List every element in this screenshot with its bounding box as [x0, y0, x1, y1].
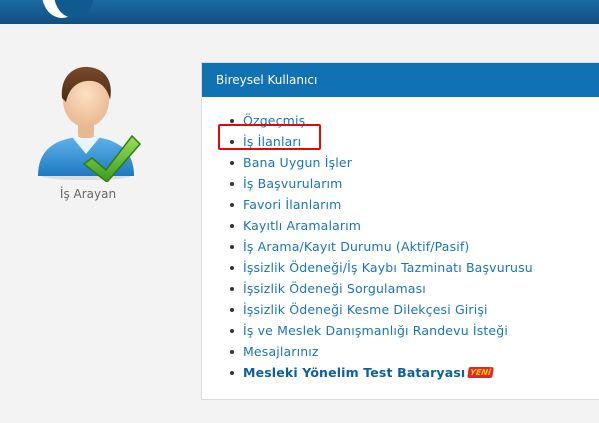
menu-link-saved-searches[interactable]: Kayıtlı Aramalarım	[243, 218, 361, 233]
menu-item-unemployment-query[interactable]: İşsizlik Ödeneği Sorgulaması	[228, 278, 599, 299]
highlight-box	[218, 124, 321, 150]
menu-item-favorite-listings[interactable]: Favori İlanlarım	[228, 194, 599, 215]
menu-link-unemployment-application[interactable]: İşsizlik Ödeneği/İş Kaybı Tazminatı Başv…	[243, 260, 533, 275]
menu-item-unemployment-termination[interactable]: İşsizlik Ödeneği Kesme Dilekçesi Girişi	[228, 299, 599, 320]
menu-item-my-applications[interactable]: İş Başvurularım	[228, 173, 599, 194]
menu-link-counseling-appointment[interactable]: İş ve Meslek Danışmanlığı Randevu İsteği	[243, 323, 508, 338]
menu-link-messages[interactable]: Mesajlarınız	[243, 344, 319, 359]
menu-link-favorite-listings[interactable]: Favori İlanlarım	[243, 197, 341, 212]
menu-item-messages[interactable]: Mesajlarınız	[228, 341, 599, 362]
menu-link-suitable-jobs[interactable]: Bana Uygun İşler	[243, 155, 352, 170]
menu-link-vocational-test[interactable]: Mesleki Yönelim Test Bataryası	[243, 365, 465, 380]
top-header-bar	[0, 0, 599, 24]
menu-link-search-status[interactable]: İş Arama/Kayıt Durumu (Aktif/Pasif)	[243, 239, 469, 254]
menu-link-unemployment-termination[interactable]: İşsizlik Ödeneği Kesme Dilekçesi Girişi	[243, 302, 488, 317]
menu-item-counseling-appointment[interactable]: İş ve Meslek Danışmanlığı Randevu İsteği	[228, 320, 599, 341]
menu-item-search-status[interactable]: İş Arama/Kayıt Durumu (Aktif/Pasif)	[228, 236, 599, 257]
user-profile-card: İş Arayan	[20, 58, 156, 201]
menu-link-unemployment-query[interactable]: İşsizlik Ödeneği Sorgulaması	[243, 281, 426, 296]
menu-item-vocational-test[interactable]: Mesleki Yönelim Test Bataryası YENİ	[228, 362, 599, 383]
individual-user-panel: Bireysel Kullanıcı Özgeçmiş İş İlanları …	[201, 62, 599, 400]
menu-item-unemployment-application[interactable]: İşsizlik Ödeneği/İş Kaybı Tazminatı Başv…	[228, 257, 599, 278]
new-badge: YENİ	[467, 366, 495, 378]
menu-link-my-applications[interactable]: İş Başvurularım	[243, 176, 342, 191]
site-logo-icon[interactable]	[42, 0, 94, 18]
menu-item-suitable-jobs[interactable]: Bana Uygun İşler	[228, 152, 599, 173]
user-checkmark-icon	[38, 66, 142, 182]
menu-item-saved-searches[interactable]: Kayıtlı Aramalarım	[228, 215, 599, 236]
profile-role-label: İş Arayan	[59, 187, 117, 201]
panel-title: Bireysel Kullanıcı	[202, 63, 599, 97]
